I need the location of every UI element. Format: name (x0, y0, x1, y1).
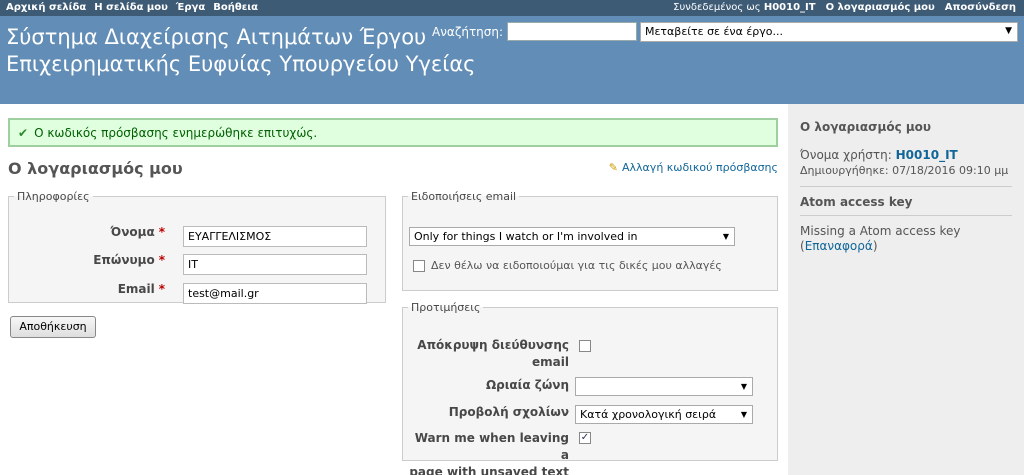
last-name-field[interactable] (183, 254, 367, 275)
sidebar-title: Ο λογαριασμός μου (800, 120, 932, 134)
preferences-legend: Προτιμήσεις (411, 301, 481, 314)
top-menu: Αρχική σελίδα Η σελίδα μου Έργα Βοήθεια … (0, 0, 1024, 16)
search-label: Αναζήτηση: (432, 24, 504, 39)
email-notifications-legend: Ειδοποιήσεις email (411, 190, 517, 203)
chevron-down-icon: ▼ (740, 382, 747, 391)
hide-mail-checkbox[interactable] (579, 340, 591, 352)
top-menu-left: Αρχική σελίδα Η σελίδα μου Έργα Βοήθεια (6, 2, 258, 13)
required-mark: * (158, 253, 165, 267)
warn-unsaved-label: Warn me when leaving a page with unsaved… (403, 430, 569, 475)
comments-sorting-value: Κατά χρονολογική σειρά (580, 408, 717, 421)
email-label-text: Email (117, 282, 155, 296)
atom-key-title: Atom access key (800, 195, 913, 209)
created-label: Δημιουργήθηκε: (800, 164, 889, 177)
flash-text: Ο κωδικός πρόσβασης ενημερώθηκε επιτυχώς… (34, 125, 318, 140)
change-password-link[interactable]: ✎ Αλλαγή κωδικού πρόσβασης (609, 161, 778, 174)
required-mark: * (158, 225, 165, 239)
logged-as-label: Συνδεδεμένος ως (673, 2, 761, 13)
email-label: Email * (9, 282, 169, 296)
user-profile-link[interactable]: H0010_IT (896, 148, 958, 162)
timezone-label: Ωριαία ζώνη (485, 378, 569, 392)
required-mark: * (158, 282, 165, 296)
comments-sorting-select[interactable]: Κατά χρονολογική σειρά ▼ (575, 405, 753, 424)
logged-as: Συνδεδεμένος ως H0010_IT (673, 2, 815, 13)
quick-search: Αναζήτηση: (432, 22, 638, 41)
first-name-label-text: Όνομα (110, 225, 155, 239)
first-name-row: Όνομα * (9, 225, 169, 239)
save-button[interactable]: Αποθήκευση (10, 316, 96, 338)
mail-notification-select[interactable]: Only for things I watch or I'm involved … (409, 227, 735, 246)
last-name-label: Επώνυμο * (9, 253, 169, 267)
sidebar-divider (800, 215, 1012, 216)
last-name-row: Επώνυμο * (9, 253, 169, 267)
key-icon: ✎ (608, 161, 619, 174)
warn-unsaved-label-line-1: Warn me when leaving a (414, 431, 569, 462)
email-field[interactable] (183, 283, 367, 304)
created-value: 07/18/2016 09:10 μμ (892, 164, 1009, 177)
timezone-select[interactable]: ▼ (575, 377, 753, 396)
atom-missing-text: Missing a Atom access key (800, 224, 961, 238)
email-notifications-fieldset: Ειδοποιήσεις email Only for things I wat… (402, 190, 778, 291)
warn-unsaved-checkbox[interactable]: ✓ (579, 432, 591, 444)
login-line: Όνομα χρήστη: H0010_IT (800, 148, 1012, 163)
warn-unsaved-label-line-2: page with unsaved text (409, 465, 569, 475)
checkmark-icon: ✔ (18, 125, 29, 140)
login-label: Όνομα χρήστη: (800, 148, 892, 162)
menu-my-page-link[interactable]: Η σελίδα μου (94, 2, 168, 13)
no-self-notified-label: Δεν θέλω να ειδοποιούμαι για τις δικές μ… (431, 259, 722, 272)
first-name-label: Όνομα * (9, 225, 169, 239)
site-title-line-1: Σύστημα Διαχείρισης Αιτημάτων Έργου (6, 25, 427, 49)
comments-sorting-label: Προβολή σχολίων (448, 405, 569, 419)
email-row: Email * (9, 282, 169, 296)
atom-reset-link[interactable]: Επαναφορά (805, 239, 873, 253)
first-name-field[interactable] (183, 226, 367, 247)
menu-projects-link[interactable]: Έργα (176, 2, 205, 13)
created-line: Δημιουργήθηκε: 07/18/2016 09:10 μμ (800, 163, 1012, 178)
search-input[interactable] (507, 22, 638, 41)
my-account-link[interactable]: Ο λογαριασμός μου (826, 2, 935, 13)
project-jump-value: Μεταβείτε σε ένα έργο... (645, 25, 783, 38)
preferences-fieldset: Προτιμήσεις Απόκρυψη διεύθυνσης email Ωρ… (402, 301, 778, 475)
information-fieldset: Πληροφορίες Όνομα* Επώνυμο* Email* (8, 190, 386, 304)
flash-notice: ✔ Ο κωδικός πρόσβασης ενημερώθηκε επιτυχ… (8, 118, 778, 147)
last-name-label-text: Επώνυμο (93, 253, 155, 267)
sidebar: Ο λογαριασμός μου Όνομα χρήστη: H0010_IT… (788, 104, 1024, 475)
menu-home-link[interactable]: Αρχική σελίδα (6, 2, 86, 13)
chevron-down-icon: ▼ (722, 232, 729, 241)
logout-link[interactable]: Αποσύνδεση (945, 2, 1016, 13)
sidebar-divider (800, 186, 1012, 187)
project-jump-select[interactable]: Μεταβείτε σε ένα έργο... ▼ (640, 22, 1018, 42)
site-title-line-2: Επιχειρηματικής Ευφυίας Υπουργείου Υγεία… (6, 52, 476, 76)
chevron-down-icon: ▼ (1005, 26, 1012, 36)
chevron-down-icon: ▼ (740, 410, 747, 419)
no-self-notified-checkbox[interactable] (413, 260, 425, 272)
menu-help-link[interactable]: Βοήθεια (213, 2, 258, 13)
hide-mail-label-line-2: email (532, 355, 569, 369)
hide-mail-label: Απόκρυψη διεύθυνσης email (417, 337, 569, 371)
atom-reset-line: (Επαναφορά) (800, 239, 878, 253)
information-legend: Πληροφορίες (17, 190, 90, 203)
page-title: Ο λογαριασμός μου (8, 159, 183, 178)
hide-mail-label-line-1: Απόκρυψη διεύθυνσης (417, 338, 569, 352)
mail-notification-value: Only for things I watch or I'm involved … (414, 230, 638, 243)
change-password-label: Αλλαγή κωδικού πρόσβασης (622, 161, 778, 174)
header: Σύστημα Διαχείρισης Αιτημάτων Έργου Επιχ… (0, 16, 1024, 104)
top-menu-right: Συνδεδεμένος ως H0010_IT Ο λογαριασμός μ… (673, 2, 1016, 13)
logged-user-link[interactable]: H0010_IT (764, 2, 816, 13)
